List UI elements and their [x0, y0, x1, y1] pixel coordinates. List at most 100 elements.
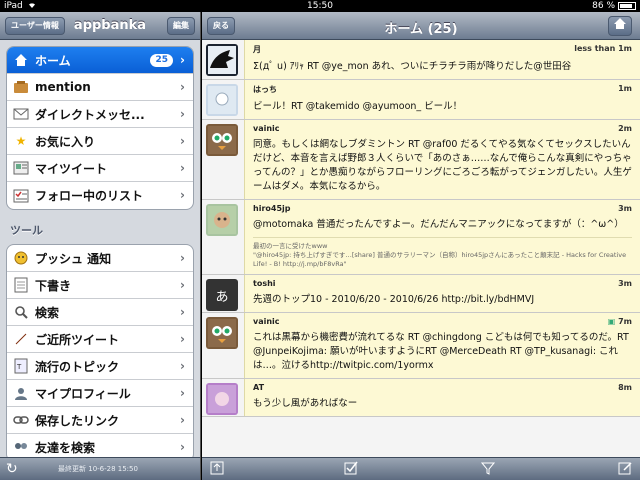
envelope-icon: [13, 106, 29, 122]
tweet-bubble: vainic 2m 同意。もしくは網なしブダミントン RT @raf00 だるく…: [244, 120, 640, 199]
tweet-bubble: 月 less than 1m Σ(дﾟ u) ｱﾘｬ RT @ye_mon あれ…: [244, 40, 640, 79]
tweet-text: これは黒幕から機密費が流れてるな RT @chingdong こどもは何でも知っ…: [253, 332, 629, 371]
upload-icon[interactable]: [208, 461, 226, 477]
sidebar-item-label: mention: [35, 80, 91, 94]
avatar[interactable]: [206, 204, 238, 236]
tweet-text: @motomaka 普通だったんですよー。だんだんマニアックになってますが（：^…: [253, 219, 624, 230]
friends-icon: [13, 440, 29, 456]
sidebar-item-direct-message[interactable]: ダイレクトメッセ... ›: [7, 101, 193, 128]
tweet-row[interactable]: 月 less than 1m Σ(дﾟ u) ｱﾘｬ RT @ye_mon あれ…: [202, 40, 640, 80]
chevron-right-icon: ›: [180, 305, 185, 319]
sidebar-item-label: 保存したリンク: [35, 413, 120, 428]
avatar-glyph: あ: [215, 289, 229, 305]
attachment-icon: ▣: [607, 317, 616, 326]
chevron-right-icon: ›: [180, 53, 185, 67]
profile-icon: [13, 385, 29, 401]
sidebar-item-drafts[interactable]: 下書き ›: [7, 272, 193, 299]
timeline-pane: 戻る ホーム (25) 月 less than 1m Σ(дﾟ u) ｱﾘｬ R…: [202, 12, 640, 480]
draft-icon: [13, 277, 29, 293]
sidebar-item-search[interactable]: 検索 ›: [7, 299, 193, 326]
quoted-link-preview[interactable]: 最初の一言に受けたwww "@hiro45jp: 持ち上げすぎです…[share…: [253, 237, 632, 269]
tweet-bubble: AT 8m もう少し風があればなー: [244, 379, 640, 416]
push-icon: [13, 250, 29, 266]
list-icon: [13, 188, 29, 204]
house-icon: [13, 52, 29, 68]
sidebar-item-label: 流行のトピック: [35, 359, 120, 374]
tools-header: ツール: [10, 224, 43, 237]
tweet-username[interactable]: vainic: [253, 124, 632, 133]
chevron-right-icon: ›: [180, 188, 185, 202]
tweet-time: less than 1m: [574, 44, 632, 53]
tweet-username[interactable]: はっち: [253, 84, 632, 95]
tweet-username[interactable]: toshi: [253, 279, 632, 288]
avatar[interactable]: [206, 84, 238, 116]
link-icon: [13, 412, 29, 428]
avatar[interactable]: [206, 383, 238, 415]
sidebar-item-nearby[interactable]: ご近所ツイート ›: [7, 326, 193, 353]
home-button[interactable]: [608, 16, 632, 36]
sidebar-item-label: お気に入り: [35, 134, 96, 149]
svg-text:T: T: [16, 363, 22, 371]
tweet-row[interactable]: vainic ▣ 7m これは黒幕から機密費が流れてるな RT @chingdo…: [202, 313, 640, 379]
edit-button[interactable]: 編集: [167, 17, 195, 35]
tweet-time: 8m: [618, 383, 632, 392]
avatar[interactable]: あ: [206, 279, 238, 311]
trend-icon: T: [13, 358, 29, 374]
tweet-time: 1m: [618, 84, 632, 93]
main-menu: ホーム 25 › mention › ダイレクトメッセ... › ★ お気に入り…: [6, 46, 194, 210]
battery-icon: [618, 2, 636, 10]
sidebar-item-profile[interactable]: マイプロフィール ›: [7, 380, 193, 407]
sidebar-item-label: ダイレクトメッセ...: [35, 107, 145, 122]
page-title: ホーム (25): [384, 22, 458, 37]
sidebar-item-home[interactable]: ホーム 25 ›: [7, 47, 193, 74]
tweet-list[interactable]: 月 less than 1m Σ(дﾟ u) ｱﾘｬ RT @ye_mon あれ…: [202, 40, 640, 457]
tweet-time: 3m: [618, 204, 632, 213]
sidebar-item-mention[interactable]: mention ›: [7, 74, 193, 101]
mention-icon: [13, 79, 29, 95]
timeline-bottom-bar: [202, 457, 640, 480]
tweet-bubble: hiro45jp 3m @motomaka 普通だったんですよー。だんだんマニア…: [244, 200, 640, 274]
sidebar-item-my-tweets[interactable]: マイツイート ›: [7, 155, 193, 182]
magnifier-icon: [13, 304, 29, 320]
tweet-username[interactable]: AT: [253, 383, 632, 392]
tweet-username[interactable]: vainic: [253, 317, 632, 326]
sidebar-item-label: 下書き: [35, 278, 72, 293]
tweet-row[interactable]: はっち 1m ビール！RT @takemido @ayumoon_ ビール！: [202, 80, 640, 120]
last-updated-value: 10-6-28 15:50: [88, 465, 138, 473]
chevron-right-icon: ›: [180, 359, 185, 373]
unread-badge: 25: [150, 54, 173, 67]
status-bar: iPad 15:50 86 %: [0, 0, 640, 12]
sidebar-item-push[interactable]: プッシュ 通知 ›: [7, 245, 193, 272]
tweet-row[interactable]: あ toshi 3m 先週のトップ10 - 2010/6/20 - 2010/6…: [202, 275, 640, 313]
sidebar-item-label: 友達を検索: [35, 441, 96, 455]
sidebar-item-favorites[interactable]: ★ お気に入り ›: [7, 128, 193, 155]
chevron-right-icon: ›: [180, 332, 185, 346]
avatar[interactable]: [206, 124, 238, 156]
tweet-row[interactable]: vainic 2m 同意。もしくは網なしブダミントン RT @raf00 だるく…: [202, 120, 640, 200]
chevron-right-icon: ›: [180, 251, 185, 265]
checkbox-icon[interactable]: [342, 461, 360, 477]
sidebar-item-label: フォロー中のリスト: [35, 189, 144, 203]
tweet-time-value: 7m: [618, 317, 632, 326]
sidebar-item-trends[interactable]: T 流行のトピック ›: [7, 353, 193, 380]
sidebar-item-label: 検索: [35, 305, 60, 320]
last-updated-label: 最終更新: [58, 465, 86, 473]
sidebar-item-following-lists[interactable]: フォロー中のリスト ›: [7, 182, 193, 209]
refresh-icon[interactable]: ↻: [6, 461, 18, 477]
tweet-row[interactable]: AT 8m もう少し風があればなー: [202, 379, 640, 417]
sidebar: ユーザー情報 appbanka 編集 ホーム 25 › mention › ダイ…: [0, 12, 201, 480]
chevron-right-icon: ›: [180, 440, 185, 454]
tweet-row[interactable]: hiro45jp 3m @motomaka 普通だったんですよー。だんだんマニア…: [202, 200, 640, 275]
chevron-right-icon: ›: [180, 413, 185, 427]
sidebar-item-label: ホーム: [35, 53, 71, 68]
avatar[interactable]: [206, 44, 238, 76]
chevron-right-icon: ›: [180, 278, 185, 292]
sidebar-item-saved-links[interactable]: 保存したリンク ›: [7, 407, 193, 434]
tweet-username[interactable]: hiro45jp: [253, 204, 632, 213]
sidebar-item-label: マイプロフィール: [35, 386, 131, 401]
sidebar-item-label: ご近所ツイート: [35, 332, 120, 347]
chevron-right-icon: ›: [180, 134, 185, 148]
avatar[interactable]: [206, 317, 238, 349]
filter-icon[interactable]: [479, 461, 497, 477]
compose-icon[interactable]: [616, 461, 634, 477]
